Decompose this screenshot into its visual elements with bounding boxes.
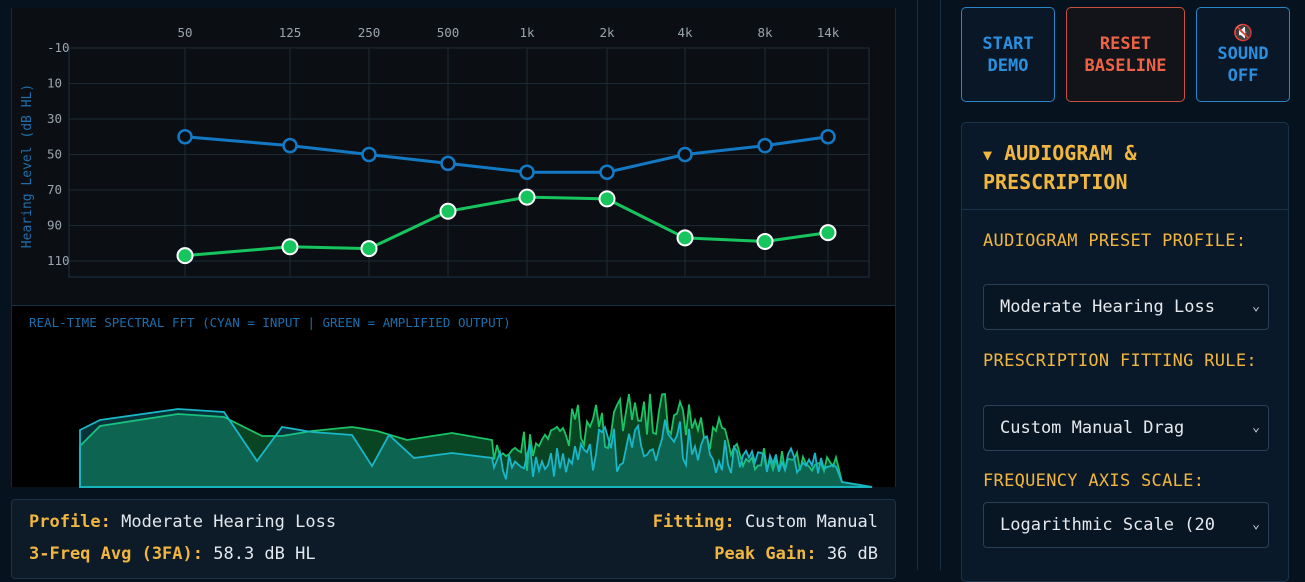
x-tick-label: 8k	[757, 25, 773, 40]
fitting-rule-select[interactable]: Custom Manual Drag ⌄	[983, 405, 1269, 451]
avg-key: 3-Freq Avg (3FA):	[29, 544, 203, 564]
preset-select[interactable]: Moderate Hearing Loss ⌄	[983, 284, 1269, 330]
y-tick-label: 70	[47, 182, 62, 197]
y-tick-label: 110	[47, 253, 70, 268]
series-0-point[interactable]	[440, 155, 456, 172]
main-visualization-area: -10 10 30 50 70 90 110 50 125 250 500 1k 2k 4k 8k 14k He…	[0, 0, 918, 579]
chevron-down-icon: ⌄	[1252, 299, 1260, 314]
speaker-muted-icon: 🔇	[1233, 22, 1253, 42]
summary-peak-gain: Peak Gain: 36 dB	[714, 544, 878, 564]
series-1-point[interactable]	[360, 240, 378, 258]
spectral-fft-display: REAL-TIME SPECTRAL FFT (CYAN = INPUT | G…	[11, 305, 896, 488]
fitting-rule-label: PRESCRIPTION FITTING RULE:	[983, 351, 1257, 371]
spectrum-svg: REAL-TIME SPECTRAL FFT (CYAN = INPUT | G…	[29, 315, 873, 488]
panel-title-text: AUDIOGRAM & PRESCRIPTION	[983, 141, 1137, 194]
caret-down-icon: ▼	[983, 146, 993, 164]
panel-title[interactable]: ▼ AUDIOGRAM & PRESCRIPTION	[983, 140, 1273, 196]
y-tick-label: 10	[47, 76, 62, 91]
x-tick-label: 250	[358, 25, 381, 40]
reset-label-1: RESET	[1099, 33, 1152, 54]
profile-key: Profile:	[29, 512, 111, 532]
start-demo-button[interactable]: START DEMO	[961, 7, 1055, 102]
series-1-point[interactable]	[518, 188, 536, 206]
x-tick-label: 1k	[519, 25, 535, 40]
series-1-point[interactable]	[281, 238, 299, 256]
fitting-value: Custom Manual	[744, 512, 878, 532]
summary-fitting: Fitting: Custom Manual	[653, 512, 878, 532]
x-tick-label: 50	[177, 25, 192, 40]
series-line-1	[184, 195, 829, 258]
series-1-point[interactable]	[676, 229, 694, 247]
x-tick-label: 4k	[677, 25, 693, 40]
series-1-point[interactable]	[439, 202, 457, 220]
series-1-point[interactable]	[819, 224, 837, 242]
series-1-point[interactable]	[756, 232, 774, 250]
x-tick-label: 14k	[817, 25, 840, 40]
peak-value: 36 dB	[826, 544, 878, 564]
axis-scale-label: FREQUENCY AXIS SCALE:	[983, 471, 1205, 491]
profile-value: Moderate Hearing Loss	[121, 512, 337, 532]
summary-panel: Profile: Moderate Hearing Loss Fitting: …	[11, 499, 896, 579]
chevron-down-icon: ⌄	[1252, 420, 1260, 435]
series-0-point[interactable]	[519, 164, 535, 180]
avg-value: 58.3 dB HL	[213, 544, 316, 564]
series-1-point[interactable]	[598, 190, 616, 208]
y-tick-label: 50	[47, 147, 62, 162]
y-axis-label: Hearing Level (dB HL)	[20, 84, 35, 248]
control-sidebar: START DEMO RESET BASELINE 🔇 SOUND OFF ▼ …	[940, 0, 1305, 582]
x-tick-label: 500	[437, 25, 460, 40]
series-0-point[interactable]	[599, 164, 615, 180]
x-tick-label: 125	[279, 25, 302, 40]
spectrum-title: REAL-TIME SPECTRAL FFT (CYAN = INPUT | G…	[29, 315, 511, 330]
series-0-point[interactable]	[361, 146, 377, 163]
sound-label-2: OFF	[1227, 65, 1259, 86]
fitting-select-value: Custom Manual Drag	[1000, 418, 1185, 438]
plot-frame	[68, 47, 870, 278]
reset-label-2: BASELINE	[1084, 55, 1167, 76]
panel-header[interactable]: ▼ AUDIOGRAM & PRESCRIPTION	[962, 123, 1288, 210]
fitting-key: Fitting:	[652, 512, 735, 532]
audiogram-chart[interactable]: -10 10 30 50 70 90 110 50 125 250 500 1k 2k 4k 8k 14k He…	[11, 8, 896, 305]
summary-profile: Profile: Moderate Hearing Loss	[29, 512, 336, 532]
peak-key: Peak Gain:	[714, 544, 817, 564]
y-tick-label: -10	[47, 40, 70, 55]
series-0-point[interactable]	[820, 129, 836, 145]
start-demo-label-2: DEMO	[987, 55, 1029, 76]
sound-label-1: SOUND	[1217, 43, 1269, 64]
reset-baseline-button[interactable]: RESET BASELINE	[1066, 7, 1185, 102]
audiogram-prescription-panel: ▼ AUDIOGRAM & PRESCRIPTION AUDIOGRAM PRE…	[961, 122, 1289, 582]
preset-select-value: Moderate Hearing Loss	[1000, 297, 1215, 317]
series-1-point[interactable]	[176, 247, 194, 265]
series-0-point[interactable]	[757, 137, 773, 154]
series-0-point[interactable]	[677, 146, 693, 163]
series-0-point[interactable]	[177, 129, 193, 145]
preset-label: AUDIOGRAM PRESET PROFILE:	[983, 231, 1247, 251]
scale-select-value: Logarithmic Scale (20	[1000, 515, 1215, 535]
y-tick-label: 30	[47, 111, 62, 126]
series-0-point[interactable]	[282, 137, 298, 154]
start-demo-label-1: START	[982, 33, 1034, 54]
x-tick-label: 2k	[599, 25, 615, 40]
sound-off-button[interactable]: 🔇 SOUND OFF	[1196, 7, 1290, 102]
y-tick-label: 90	[47, 218, 62, 233]
chevron-down-icon: ⌄	[1252, 517, 1260, 532]
summary-3fa: 3-Freq Avg (3FA): 58.3 dB HL	[29, 544, 316, 564]
audiogram-svg[interactable]: -10 10 30 50 70 90 110 50 125 250 500 1k 2k 4k 8k 14k He…	[12, 8, 897, 305]
axis-scale-select[interactable]: Logarithmic Scale (20 ⌄	[983, 502, 1269, 548]
